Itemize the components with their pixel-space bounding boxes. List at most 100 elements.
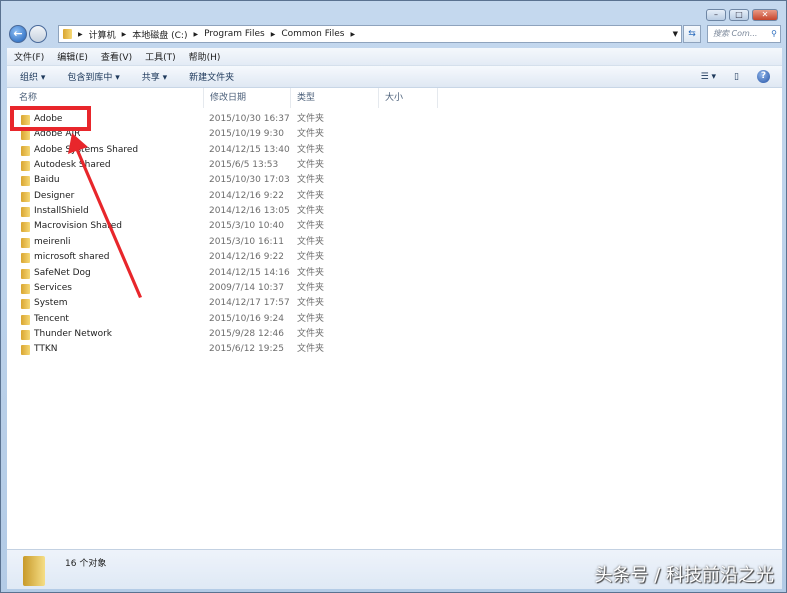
address-bar[interactable]: ▶ 计算机 ▶ 本地磁盘 (C:) ▶ Program Files ▶ Comm… [58, 25, 682, 43]
menu-help[interactable]: 帮助(H) [189, 50, 221, 63]
include-in-library-button[interactable]: 包含到库中 ▾ [67, 70, 119, 83]
column-header-name[interactable]: 名称 [7, 88, 204, 108]
file-row[interactable]: Adobe AIR 2015/10/19 9:30 文件夹 [17, 127, 337, 142]
file-date: 2015/10/30 16:37 [209, 114, 290, 124]
file-date: 2015/10/19 9:30 [209, 129, 284, 140]
organize-button[interactable]: 组织 ▾ [20, 70, 45, 83]
file-date: 2015/6/5 13:53 [209, 160, 279, 171]
breadcrumb-program-files[interactable]: Program Files [204, 29, 265, 39]
file-row[interactable]: Autodesk Shared 2015/6/5 13:53 文件夹 [17, 158, 337, 173]
search-icon[interactable]: ⚲ [771, 26, 777, 42]
file-name: Adobe Systems Shared [34, 144, 139, 155]
file-row[interactable]: Services 2009/7/14 10:37 文件夹 [17, 281, 337, 296]
file-name: Services [34, 282, 72, 293]
file-date: 2015/6/12 19:25 [209, 344, 284, 355]
file-name: Thunder Network [34, 328, 112, 339]
folder-icon [21, 314, 30, 325]
breadcrumb-drive[interactable]: 本地磁盘 (C:) [132, 28, 187, 41]
folder-icon [21, 253, 30, 264]
file-type: 文件夹 [297, 267, 325, 278]
file-type: 文件夹 [297, 190, 325, 201]
file-type: 文件夹 [297, 175, 325, 186]
forward-button[interactable] [29, 25, 47, 43]
file-row[interactable]: Designer 2014/12/16 9:22 文件夹 [17, 189, 337, 204]
file-name: Autodesk Shared [34, 160, 111, 171]
file-type: 文件夹 [297, 282, 325, 293]
search-input[interactable]: 搜索 Com... ⚲ [707, 25, 781, 43]
menu-file[interactable]: 文件(F) [14, 50, 44, 63]
toolbar: 组织 ▾ 包含到库中 ▾ 共享 ▾ 新建文件夹 ☰ ▾ ▯ ? [7, 65, 782, 88]
search-placeholder: 搜索 Com... [713, 29, 758, 38]
file-row[interactable]: InstallShield 2014/12/16 13:05 文件夹 [17, 204, 337, 219]
file-name: TTKN [34, 344, 58, 355]
new-folder-button[interactable]: 新建文件夹 [189, 70, 234, 83]
folder-icon [21, 130, 30, 141]
column-header-size[interactable]: 大小 [379, 88, 438, 108]
minimize-button[interactable]: – [706, 9, 726, 21]
folder-icon [21, 145, 30, 156]
file-type: 文件夹 [297, 252, 325, 263]
file-row[interactable]: Baidu 2015/10/30 17:03 文件夹 [17, 173, 337, 188]
file-row[interactable]: Tencent 2015/10/16 9:24 文件夹 [17, 312, 337, 327]
chevron-right-icon: ▶ [78, 30, 83, 38]
menu-edit[interactable]: 编辑(E) [57, 50, 88, 63]
folder-icon [21, 329, 30, 340]
folder-icon [21, 345, 30, 356]
menu-tools[interactable]: 工具(T) [145, 50, 176, 63]
chevron-right-icon: ▶ [270, 30, 276, 38]
file-date: 2014/12/17 17:57 [209, 298, 290, 309]
watermark: 头条号 / 科技前沿之光 [594, 565, 774, 586]
maximize-button[interactable]: □ [729, 9, 749, 21]
folder-icon [21, 176, 30, 187]
menu-bar: 文件(F) 编辑(E) 查看(V) 工具(T) 帮助(H) [7, 48, 782, 65]
file-name: Tencent [34, 313, 69, 324]
help-icon[interactable]: ? [757, 70, 770, 83]
file-name: InstallShield [34, 206, 89, 217]
file-date: 2015/10/16 9:24 [209, 313, 284, 324]
file-type: 文件夹 [297, 160, 325, 171]
file-row[interactable]: Adobe 2015/10/30 16:37 文件夹 [17, 112, 337, 127]
file-row[interactable]: TTKN 2015/6/12 19:25 文件夹 [17, 342, 337, 357]
file-type: 文件夹 [297, 313, 325, 324]
folder-icon [63, 29, 72, 39]
column-header-type[interactable]: 类型 [291, 88, 379, 108]
file-name: microsoft shared [34, 252, 110, 263]
column-name-label: 名称 [19, 93, 38, 103]
file-type: 文件夹 [297, 129, 325, 140]
file-type: 文件夹 [297, 206, 325, 217]
file-date: 2015/10/30 17:03 [209, 175, 290, 186]
share-button[interactable]: 共享 ▾ [142, 70, 167, 83]
file-date: 2014/12/15 13:40 [209, 144, 290, 155]
file-list: 名称 修改日期 类型 大小 Adobe 2015/10/30 16:37 文件夹… [7, 88, 782, 549]
column-header-date[interactable]: 修改日期 [204, 88, 291, 108]
chevron-right-icon: ▶ [350, 30, 356, 38]
folder-icon [21, 115, 30, 125]
file-row[interactable]: Adobe Systems Shared 2014/12/15 13:40 文件… [17, 143, 337, 158]
back-button[interactable]: ← [9, 25, 27, 43]
file-type: 文件夹 [297, 298, 325, 309]
explorer-window: – □ ✕ ← ▶ 计算机 ▶ 本地磁盘 (C:) ▶ Program File… [0, 0, 787, 593]
file-row[interactable]: meirenli 2015/3/10 16:11 文件夹 [17, 235, 337, 250]
breadcrumb-computer[interactable]: 计算机 [89, 28, 116, 41]
chevron-down-icon[interactable]: ▼ [673, 30, 678, 38]
folder-icon [21, 161, 30, 172]
breadcrumb-common-files[interactable]: Common Files [281, 29, 344, 39]
folder-icon [21, 191, 30, 202]
file-row[interactable]: SafeNet Dog 2014/12/15 14:16 文件夹 [17, 266, 337, 281]
preview-pane-icon[interactable]: ▯ [734, 72, 739, 82]
file-name: Macrovision Shared [34, 221, 123, 232]
file-name: Adobe [34, 114, 63, 124]
file-row[interactable]: System 2014/12/17 17:57 文件夹 [17, 296, 337, 311]
file-name: Adobe AIR [34, 129, 81, 140]
chevron-right-icon: ▶ [193, 30, 199, 38]
view-options-icon[interactable]: ☰ ▾ [701, 72, 716, 82]
file-row[interactable]: microsoft shared 2014/12/16 9:22 文件夹 [17, 250, 337, 265]
folder-icon [23, 556, 45, 586]
refresh-button[interactable]: ⇆ [683, 25, 701, 43]
chevron-right-icon: ▶ [121, 30, 127, 38]
folder-icon [21, 268, 30, 279]
close-button[interactable]: ✕ [752, 9, 778, 21]
file-row[interactable]: Thunder Network 2015/9/28 12:46 文件夹 [17, 327, 337, 342]
file-row[interactable]: Macrovision Shared 2015/3/10 10:40 文件夹 [17, 219, 337, 234]
menu-view[interactable]: 查看(V) [101, 50, 132, 63]
